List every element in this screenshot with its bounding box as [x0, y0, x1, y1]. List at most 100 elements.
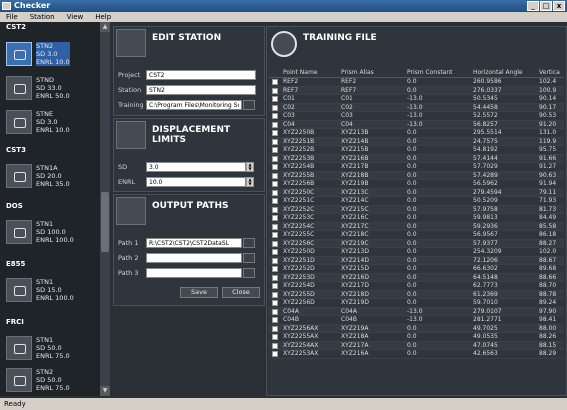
table-row[interactable]: XYZ2253B XYZ216B 0.0 57.4144 91.66 [269, 154, 564, 163]
row-checkbox[interactable] [272, 147, 278, 153]
table-row[interactable]: XYZ2255B XYZ218B 0.0 57.4289 90.63 [269, 171, 564, 180]
row-checkbox[interactable] [272, 308, 278, 315]
table-row[interactable]: XYZ2256D XYZ219D 0.0 59.7010 89.24 [269, 299, 564, 308]
row-checkbox[interactable] [272, 198, 278, 204]
row-checkbox[interactable] [272, 266, 278, 272]
sd-spinner[interactable]: ▲ ▼ [246, 162, 254, 172]
row-checkbox[interactable] [272, 164, 278, 170]
enrl-spinner[interactable]: ▲ ▼ [246, 177, 254, 187]
path3-field[interactable] [146, 268, 242, 278]
row-checkbox[interactable] [272, 291, 278, 298]
row-checkbox[interactable] [272, 155, 278, 162]
table-row[interactable]: XYZ2253D XYZ216D 0.0 64.5148 88.66 [269, 273, 564, 282]
row-checkbox[interactable] [272, 130, 278, 136]
row-checkbox[interactable] [272, 113, 278, 119]
table-row[interactable]: XYZ2250B XYZ213B 0.0 295.5514 131.0 [269, 129, 564, 138]
column-header[interactable]: Prism Constant [407, 69, 473, 77]
row-checkbox[interactable] [272, 325, 278, 332]
menu-file[interactable]: File [0, 12, 24, 22]
row-checkbox[interactable] [272, 274, 278, 281]
scrollbar-thumb[interactable] [101, 192, 109, 252]
column-header[interactable]: Horizontal Angle [473, 69, 539, 77]
table-row[interactable]: XYZ2255C XYZ218C 0.0 56.9567 86.18 [269, 231, 564, 240]
row-checkbox[interactable] [272, 334, 278, 340]
table-row[interactable]: C04A C04A -13.0 279.0107 97.90 [269, 307, 564, 316]
table-row[interactable]: XYZ2256C XYZ219C 0.0 57.9377 88.27 [269, 239, 564, 248]
row-checkbox[interactable] [272, 104, 278, 111]
table-row[interactable]: XYZ2254B XYZ217B 0.0 57.7029 91.27 [269, 163, 564, 172]
table-row[interactable]: XYZ2251D XYZ214D 0.0 72.1206 88.67 [269, 256, 564, 265]
station-item[interactable]: STN2 SD 3.0 ENRL 10.0 [6, 40, 98, 70]
table-row[interactable]: C03 C03 -13.0 52.5572 90.53 [269, 112, 564, 121]
table-row[interactable]: XYZ2250C XYZ213C 0.0 279.4594 79.11 [269, 188, 564, 197]
station-item[interactable]: STN1 SD 15.0 ENRL 100.0 [6, 276, 98, 306]
browse-button[interactable] [243, 268, 255, 278]
menu-view[interactable]: View [61, 12, 90, 22]
row-checkbox[interactable] [272, 249, 278, 255]
row-checkbox[interactable] [272, 121, 278, 128]
table-row[interactable]: XYZ2253C XYZ216C 0.0 59.9813 84.49 [269, 214, 564, 223]
table-row[interactable]: XYZ2251C XYZ214C 0.0 50.5209 71.93 [269, 197, 564, 206]
table-row[interactable]: XYZ2256B XYZ219B 0.0 56.5962 91.94 [269, 180, 564, 189]
station-item[interactable]: STN1 SD 100.0 ENRL 100.0 [6, 218, 98, 248]
path1-field[interactable] [146, 238, 242, 248]
station-item[interactable]: STN1A SD 20.0 ENRL 35.0 [6, 162, 98, 192]
table-row[interactable]: C02 C02 -13.0 54.4458 90.17 [269, 103, 564, 112]
row-checkbox[interactable] [272, 351, 278, 357]
table-row[interactable]: XYZ2254C XYZ217C 0.0 59.2936 85.58 [269, 222, 564, 231]
table-row[interactable]: XYZ2254AX XYZ217A 0.0 47.0745 88.15 [269, 341, 564, 350]
table-row[interactable]: C01 C01 -13.0 50.5345 90.14 [269, 95, 564, 104]
table-row[interactable]: REF7 REF7 0.0 276.0337 100.9 [269, 86, 564, 95]
column-header[interactable]: Vertica [539, 69, 564, 77]
table-row[interactable]: XYZ2252B XYZ215B 0.0 54.8192 95.75 [269, 146, 564, 155]
minimize-button[interactable]: _ [527, 1, 539, 11]
table-row[interactable]: XYZ2252D XYZ215D 0.0 66.6302 89.68 [269, 265, 564, 274]
row-checkbox[interactable] [272, 172, 278, 179]
table-row[interactable]: XYZ2252C XYZ215C 0.0 57.9758 81.73 [269, 205, 564, 214]
path2-field[interactable] [146, 253, 242, 263]
row-checkbox[interactable] [272, 300, 278, 306]
close-dialog-button[interactable]: Close [222, 287, 260, 298]
table-row[interactable]: C04B C04B -13.0 281.2771 98.41 [269, 316, 564, 325]
row-checkbox[interactable] [272, 317, 278, 323]
menu-help[interactable]: Help [89, 12, 117, 22]
row-checkbox[interactable] [272, 181, 278, 187]
station-item[interactable]: STND SD 33.0 ENRL 50.0 [6, 74, 98, 104]
column-header[interactable]: Point Name [283, 69, 341, 77]
station-list-scrollbar[interactable]: ▲ ▼ [100, 22, 110, 396]
row-checkbox[interactable] [272, 232, 278, 238]
enrl-field[interactable] [146, 177, 246, 187]
table-row[interactable]: XYZ2255D XYZ218D 0.0 61.2369 88.78 [269, 290, 564, 299]
table-row[interactable]: XYZ2255AX XYZ218A 0.0 49.0535 88.26 [269, 333, 564, 342]
maximize-button[interactable]: □ [540, 1, 552, 11]
row-checkbox[interactable] [272, 206, 278, 213]
station-field[interactable] [146, 85, 256, 95]
browse-button[interactable] [243, 100, 255, 110]
table-row[interactable]: XYZ2251B XYZ214B 0.0 24.7575 119.9 [269, 137, 564, 146]
row-checkbox[interactable] [272, 189, 278, 196]
row-checkbox[interactable] [272, 87, 278, 94]
row-checkbox[interactable] [272, 96, 278, 102]
sd-field[interactable] [146, 162, 246, 172]
station-item[interactable]: STNE SD 3.0 ENRL 10.0 [6, 108, 98, 138]
row-checkbox[interactable] [272, 342, 278, 349]
table-row[interactable]: XYZ2256AX XYZ219A 0.0 49.7025 88.00 [269, 324, 564, 333]
row-checkbox[interactable] [272, 223, 278, 230]
row-checkbox[interactable] [272, 79, 278, 85]
table-row[interactable]: XYZ2253AX XYZ216A 0.0 42.6563 88.29 [269, 350, 564, 359]
close-button[interactable]: x [553, 1, 565, 11]
row-checkbox[interactable] [272, 215, 278, 221]
row-checkbox[interactable] [272, 283, 278, 289]
table-row[interactable]: XYZ2254D XYZ217D 0.0 62.7773 88.70 [269, 282, 564, 291]
row-checkbox[interactable] [272, 138, 278, 145]
save-button[interactable]: Save [180, 287, 218, 298]
project-field[interactable] [146, 70, 256, 80]
training-field[interactable] [146, 100, 242, 110]
row-checkbox[interactable] [272, 240, 278, 247]
menu-station[interactable]: Station [24, 12, 61, 22]
table-row[interactable]: REF2 REF2 0.0 260.9586 102.4 [269, 78, 564, 87]
row-checkbox[interactable] [272, 257, 278, 264]
scroll-up-icon[interactable]: ▲ [100, 22, 110, 32]
column-header[interactable]: Prism Alias [341, 69, 407, 77]
table-row[interactable]: C04 C04 -13.0 56.8257 91.20 [269, 120, 564, 129]
